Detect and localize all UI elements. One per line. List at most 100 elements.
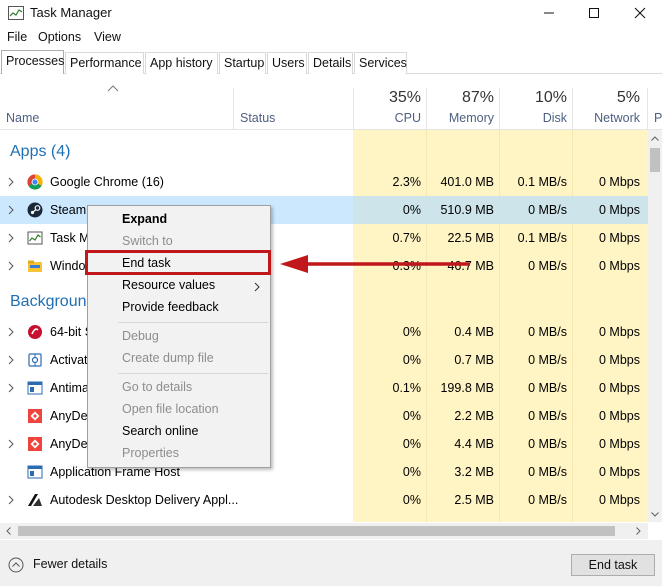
menu-separator (118, 322, 268, 323)
disk-value: 0 MB/s (528, 437, 567, 451)
network-total-percent: 5% (616, 89, 640, 106)
disk-value: 0 MB/s (528, 325, 567, 339)
menu-bar: File Options View (0, 28, 662, 48)
submenu-chevron-icon (254, 282, 260, 292)
table-row[interactable]: Autodesk Desktop Delivery Appl... 0% 2.5 M… (0, 486, 648, 514)
group-background-heading[interactable]: Backgroun (10, 293, 87, 311)
vertical-scrollbar[interactable] (648, 130, 662, 522)
table-row[interactable]: Google Chrome (16) 2.3% 401.0 MB 0.1 MB/s 0 … (0, 168, 648, 196)
disk-value: 0 MB/s (528, 259, 567, 273)
tab-app-history[interactable]: App history (145, 52, 218, 74)
column-cpu[interactable]: CPU (353, 111, 421, 125)
maximize-button[interactable] (571, 2, 617, 24)
group-apps-heading[interactable]: Apps (4) (10, 143, 70, 161)
menu-open-file-location[interactable]: Open file location (122, 402, 219, 416)
minimize-icon (544, 12, 554, 14)
expand-chevron-icon[interactable] (8, 261, 14, 271)
column-disk[interactable]: Disk (500, 111, 567, 125)
memory-value: 2.2 MB (454, 409, 494, 423)
synaptics-icon (28, 325, 42, 339)
title-bar[interactable]: Task Manager (0, 0, 662, 28)
memory-value: 2.5 MB (454, 493, 494, 507)
memory-value: 199.8 MB (440, 381, 494, 395)
network-value: 0 Mbps (599, 175, 640, 189)
menu-switch-to[interactable]: Switch to (122, 234, 173, 248)
tab-performance[interactable]: Performance (65, 52, 144, 74)
sort-ascending-icon (107, 85, 119, 92)
process-name: Antima (50, 381, 89, 395)
disk-value: 0 MB/s (528, 353, 567, 367)
horizontal-scroll-thumb[interactable] (18, 526, 615, 536)
disk-value: 0 MB/s (528, 203, 567, 217)
expand-chevron-icon[interactable] (8, 233, 14, 243)
expand-chevron-icon[interactable] (8, 205, 14, 215)
tab-strip: Processes Performance App history Startu… (0, 50, 662, 74)
expand-chevron-icon[interactable] (8, 495, 14, 505)
activation-icon (28, 353, 42, 367)
menu-separator (118, 373, 268, 374)
menu-debug[interactable]: Debug (122, 329, 159, 343)
annotation-arrow-icon (280, 255, 470, 273)
menu-resource-values[interactable]: Resource values (122, 278, 215, 292)
expand-chevron-icon[interactable] (8, 439, 14, 449)
end-task-button[interactable]: End task (571, 554, 655, 576)
vertical-scroll-thumb[interactable] (650, 148, 660, 172)
scroll-right-button[interactable] (630, 523, 646, 539)
menu-options[interactable]: Options (38, 30, 81, 44)
cpu-value: 0% (402, 353, 421, 367)
menu-properties[interactable]: Properties (122, 446, 179, 460)
close-icon (634, 7, 646, 19)
collapse-chevron-icon[interactable] (8, 557, 24, 573)
expand-chevron-icon[interactable] (8, 177, 14, 187)
column-name[interactable]: Name (6, 111, 39, 125)
menu-create-dump-file[interactable]: Create dump file (122, 351, 214, 365)
expand-chevron-icon[interactable] (8, 383, 14, 393)
cpu-value: 0% (402, 203, 421, 217)
cpu-total-percent: 35% (388, 89, 421, 106)
expand-chevron-icon[interactable] (8, 355, 14, 365)
process-name: Autodesk Desktop Delivery Appl... (50, 493, 239, 507)
column-status[interactable]: Status (240, 111, 275, 125)
column-power-partial[interactable]: P (654, 111, 662, 125)
tab-details[interactable]: Details (308, 52, 353, 74)
task-manager-app-icon (8, 6, 24, 20)
disk-total-percent: 10% (534, 89, 567, 106)
scroll-left-button[interactable] (0, 523, 16, 539)
disk-value: 0.1 MB/s (517, 231, 567, 245)
network-value: 0 Mbps (599, 437, 640, 451)
menu-view[interactable]: View (94, 30, 121, 44)
cpu-value: 0% (402, 325, 421, 339)
network-value: 0 Mbps (599, 409, 640, 423)
menu-provide-feedback[interactable]: Provide feedback (122, 300, 219, 314)
process-name: Steam (50, 203, 87, 217)
expand-chevron-icon[interactable] (8, 327, 14, 337)
process-name: Task M (50, 231, 90, 245)
tab-services[interactable]: Services (354, 52, 407, 74)
tab-startup[interactable]: Startup (219, 52, 266, 74)
task-manager-icon (27, 231, 43, 245)
chevron-down-icon (651, 511, 659, 517)
network-value: 0 Mbps (599, 353, 640, 367)
minimize-button[interactable] (526, 2, 572, 24)
column-network[interactable]: Network (573, 111, 640, 125)
menu-search-online[interactable]: Search online (122, 424, 198, 438)
column-memory[interactable]: Memory (427, 111, 494, 125)
disk-value: 0 MB/s (528, 465, 567, 479)
anydesk-icon (28, 437, 42, 451)
memory-value: 0.7 MB (454, 353, 494, 367)
network-value: 0 Mbps (599, 465, 640, 479)
network-value: 0 Mbps (599, 231, 640, 245)
disk-value: 0 MB/s (528, 381, 567, 395)
tab-processes[interactable]: Processes (1, 50, 64, 74)
menu-go-to-details[interactable]: Go to details (122, 380, 192, 394)
close-button[interactable] (617, 2, 662, 24)
fewer-details-link[interactable]: Fewer details (33, 557, 107, 571)
scroll-up-button[interactable] (648, 130, 662, 146)
memory-total-percent: 87% (461, 89, 494, 106)
network-value: 0 Mbps (599, 203, 640, 217)
cpu-value: 0.7% (392, 231, 422, 245)
tab-users[interactable]: Users (267, 52, 307, 74)
scroll-down-button[interactable] (648, 506, 662, 522)
menu-expand[interactable]: Expand (122, 212, 167, 226)
menu-file[interactable]: File (7, 30, 27, 44)
